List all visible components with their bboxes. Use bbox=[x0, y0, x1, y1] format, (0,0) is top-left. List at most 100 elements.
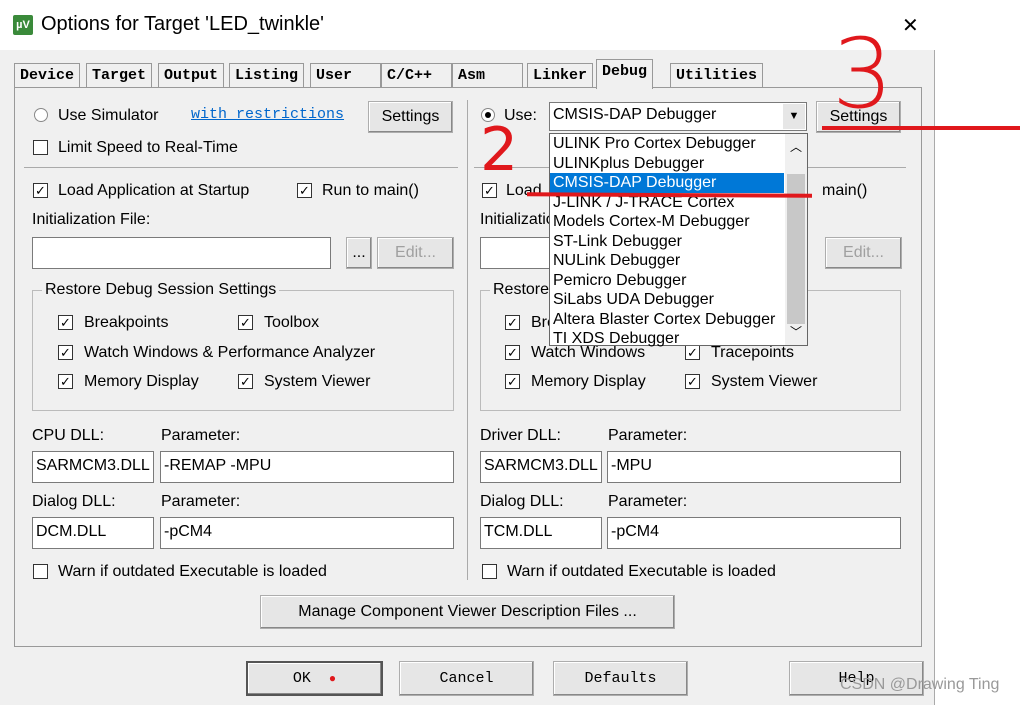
run-main-label-right: main() bbox=[822, 182, 868, 199]
memory-display-checkbox[interactable]: ✓ bbox=[58, 374, 73, 389]
run-main-checkbox[interactable]: ✓ bbox=[297, 183, 312, 198]
dropdown-option[interactable]: ST-Link Debugger bbox=[550, 232, 784, 252]
dropdown-option[interactable]: Pemicro Debugger bbox=[550, 271, 784, 291]
breakpoints-checkbox-right[interactable]: ✓ bbox=[505, 315, 520, 330]
ok-label: OK bbox=[292, 670, 311, 687]
defaults-button[interactable]: Defaults bbox=[553, 661, 688, 696]
memory-display-label: Memory Display bbox=[84, 373, 199, 390]
tab-listing[interactable]: Listing bbox=[229, 63, 305, 88]
warn-outdated-label: Warn if outdated Executable is loaded bbox=[58, 563, 327, 580]
watermark: CSDN @Drawing Ting bbox=[840, 676, 1000, 693]
limit-speed-checkbox[interactable] bbox=[33, 140, 48, 155]
run-main-label: Run to main() bbox=[322, 182, 419, 199]
dropdown-option[interactable]: Altera Blaster Cortex Debugger bbox=[550, 310, 784, 330]
simulator-settings-button[interactable]: Settings bbox=[368, 101, 453, 133]
edit-button: Edit... bbox=[377, 237, 454, 269]
warn-outdated-checkbox[interactable] bbox=[33, 564, 48, 579]
breakpoints-label: Breakpoints bbox=[84, 314, 169, 331]
toolbox-checkbox[interactable]: ✓ bbox=[238, 315, 253, 330]
watch-windows-checkbox-right[interactable]: ✓ bbox=[505, 345, 520, 360]
tab-linker[interactable]: Linker bbox=[527, 63, 594, 88]
close-icon[interactable]: ✕ bbox=[902, 13, 919, 38]
dropdown-option[interactable]: TI XDS Debugger bbox=[550, 329, 784, 349]
init-file-input-right[interactable] bbox=[480, 237, 550, 269]
system-viewer-checkbox[interactable]: ✓ bbox=[238, 374, 253, 389]
tab-debug[interactable]: Debug bbox=[596, 59, 654, 89]
init-file-label: Initialization File: bbox=[32, 211, 151, 228]
panel-divider bbox=[467, 100, 468, 580]
load-app-checkbox-right[interactable]: ✓ bbox=[482, 183, 497, 198]
separator bbox=[24, 167, 458, 168]
scroll-down-icon[interactable]: ﹀ bbox=[785, 323, 807, 345]
dropdown-option[interactable]: SiLabs UDA Debugger bbox=[550, 290, 784, 310]
dialog-dll-label-right: Dialog DLL: bbox=[480, 493, 564, 510]
tab-device[interactable]: Device bbox=[14, 63, 81, 88]
manage-component-viewer-button[interactable]: Manage Component Viewer Description File… bbox=[260, 595, 675, 629]
warn-outdated-checkbox-right[interactable] bbox=[482, 564, 497, 579]
memory-display-checkbox-right[interactable]: ✓ bbox=[505, 374, 520, 389]
annotation-underline-settings bbox=[822, 126, 1020, 130]
driver-parameter-label: Parameter: bbox=[608, 427, 688, 444]
dialog-parameter-input[interactable]: -pCM4 bbox=[160, 517, 454, 549]
system-viewer-label: System Viewer bbox=[264, 373, 371, 390]
debugger-dropdown-list[interactable]: ULINK Pro Cortex Debugger ULINKplus Debu… bbox=[549, 133, 808, 349]
red-dot-icon: ● bbox=[328, 671, 337, 686]
debugger-select-value: CMSIS-DAP Debugger bbox=[553, 106, 717, 123]
dialog-dll-input-right[interactable]: TCM.DLL bbox=[480, 517, 602, 549]
dropdown-option[interactable]: Models Cortex-M Debugger bbox=[550, 212, 784, 232]
load-app-label: Load Application at Startup bbox=[58, 182, 250, 199]
restore-settings-title-right: Restore bbox=[490, 281, 553, 299]
app-icon: µV bbox=[13, 15, 33, 35]
tab-cpp[interactable]: C/C++ bbox=[381, 63, 452, 88]
cpu-parameter-label: Parameter: bbox=[161, 427, 241, 444]
use-simulator-radio[interactable] bbox=[34, 108, 48, 122]
system-viewer-checkbox-right[interactable]: ✓ bbox=[685, 374, 700, 389]
chevron-down-icon[interactable]: ▼ bbox=[783, 104, 805, 129]
init-file-input[interactable] bbox=[32, 237, 331, 269]
dialog-dll-label: Dialog DLL: bbox=[32, 493, 116, 510]
memory-display-label-right: Memory Display bbox=[531, 373, 646, 390]
limit-speed-label: Limit Speed to Real-Time bbox=[58, 139, 238, 156]
dropdown-option[interactable]: NULink Debugger bbox=[550, 251, 784, 271]
dropdown-option[interactable]: ULINK Pro Cortex Debugger bbox=[550, 134, 784, 154]
restore-settings-title: Restore Debug Session Settings bbox=[42, 281, 280, 299]
driver-dll-label: Driver DLL: bbox=[480, 427, 561, 444]
cpu-dll-label: CPU DLL: bbox=[32, 427, 105, 444]
ok-button[interactable]: OK ● bbox=[246, 661, 383, 696]
tab-user[interactable]: User bbox=[310, 63, 381, 88]
cpu-dll-input[interactable]: SARMCM3.DLL bbox=[32, 451, 154, 483]
dropdown-scrollbar[interactable]: ︿ ﹀ bbox=[785, 134, 807, 345]
system-viewer-label-right: System Viewer bbox=[711, 373, 818, 390]
dropdown-option[interactable]: ULINKplus Debugger bbox=[550, 154, 784, 174]
cpu-parameter-input[interactable]: -REMAP -MPU bbox=[160, 451, 454, 483]
driver-parameter-input[interactable]: -MPU bbox=[607, 451, 901, 483]
watch-windows-checkbox[interactable]: ✓ bbox=[58, 345, 73, 360]
toolbox-label: Toolbox bbox=[264, 314, 320, 331]
cancel-button[interactable]: Cancel bbox=[399, 661, 534, 696]
dialog-parameter-label: Parameter: bbox=[161, 493, 241, 510]
debugger-select[interactable]: CMSIS-DAP Debugger ▼ bbox=[549, 102, 807, 131]
driver-dll-input[interactable]: SARMCM3.DLL bbox=[480, 451, 602, 483]
load-app-checkbox[interactable]: ✓ bbox=[33, 183, 48, 198]
edit-button-right: Edit... bbox=[825, 237, 902, 269]
annotation-step-2: 2 bbox=[480, 115, 519, 185]
annotation-step-3: 3 bbox=[832, 18, 894, 130]
tab-asm[interactable]: Asm bbox=[452, 63, 523, 88]
breakpoints-checkbox[interactable]: ✓ bbox=[58, 315, 73, 330]
tab-target[interactable]: Target bbox=[86, 63, 153, 88]
window-title: Options for Target 'LED_twinkle' bbox=[41, 13, 324, 35]
dialog-parameter-input-right[interactable]: -pCM4 bbox=[607, 517, 901, 549]
dialog-dll-input[interactable]: DCM.DLL bbox=[32, 517, 154, 549]
browse-button[interactable]: ... bbox=[346, 237, 372, 269]
with-restrictions-link[interactable]: with restrictions bbox=[191, 106, 344, 123]
use-simulator-label: Use Simulator bbox=[58, 107, 159, 124]
title-bar: µV Options for Target 'LED_twinkle' ✕ bbox=[0, 0, 935, 50]
warn-outdated-label-right: Warn if outdated Executable is loaded bbox=[507, 563, 776, 580]
dialog-parameter-label-right: Parameter: bbox=[608, 493, 688, 510]
watch-windows-label: Watch Windows & Performance Analyzer bbox=[84, 344, 376, 361]
dropdown-option-selected[interactable]: CMSIS-DAP Debugger bbox=[550, 173, 784, 193]
tab-output[interactable]: Output bbox=[158, 63, 225, 88]
init-file-label-right: Initializatio bbox=[480, 211, 555, 228]
scroll-up-icon[interactable]: ︿ bbox=[785, 134, 807, 156]
tab-utilities[interactable]: Utilities bbox=[670, 63, 764, 88]
